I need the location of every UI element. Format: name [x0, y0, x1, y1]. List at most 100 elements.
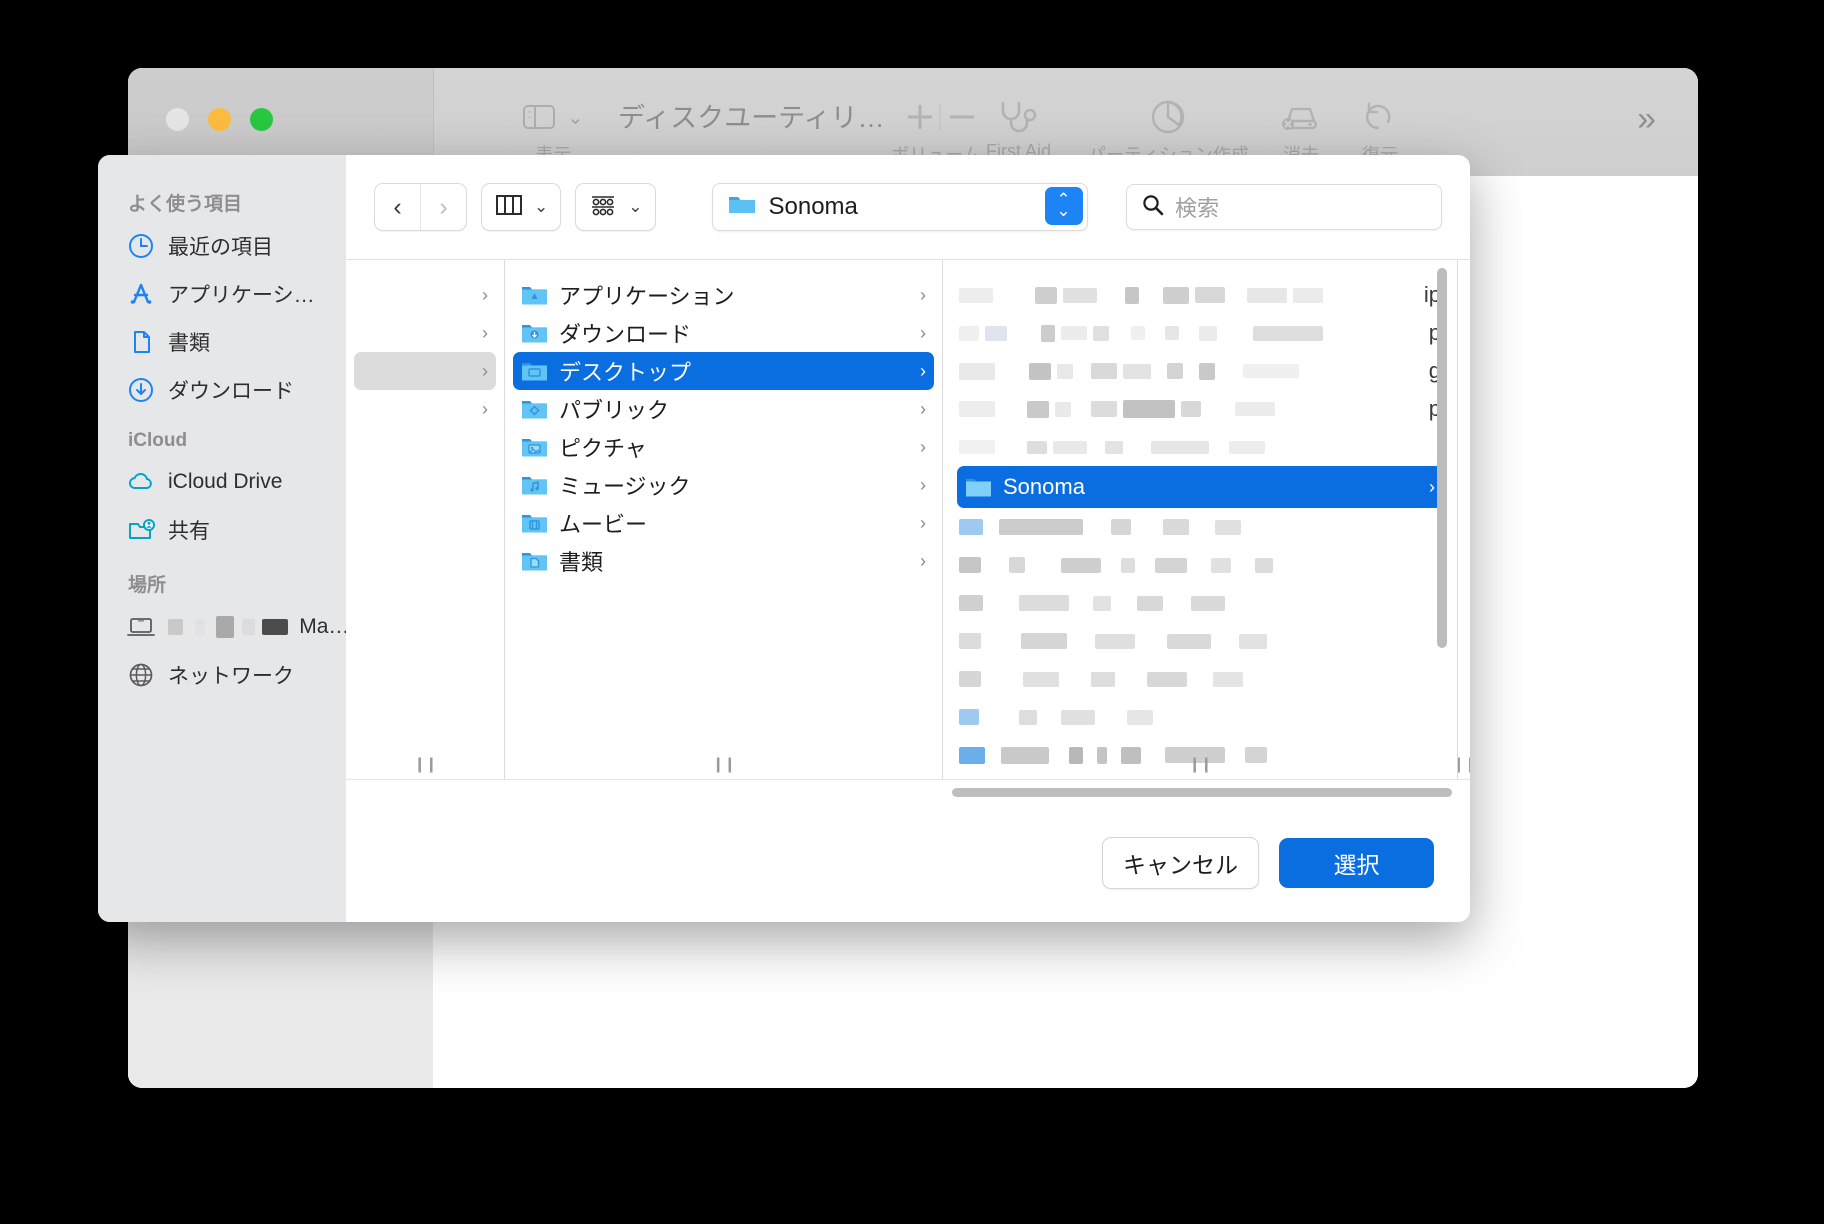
pie-chart-icon	[1088, 96, 1249, 138]
folder-downloads-icon	[521, 322, 548, 344]
path-popup-value: Sonoma	[768, 193, 858, 220]
folder-icon	[727, 192, 757, 223]
table-row[interactable]: パブリック ›	[513, 390, 934, 428]
disclosure-icon: ›	[482, 360, 488, 381]
table-row[interactable]: ›	[354, 352, 496, 390]
list-item[interactable]: p	[943, 390, 1457, 428]
toolbar-first-aid[interactable]: First Aid	[986, 96, 1051, 162]
disclosure-icon: ›	[920, 322, 926, 343]
path-popup-button[interactable]: Sonoma ⌃ ⌄	[711, 183, 1088, 231]
disclosure-icon: ›	[920, 436, 926, 457]
stethoscope-icon	[986, 96, 1051, 138]
sidebar-item-label: 書類	[168, 332, 210, 355]
folder-public-icon	[521, 398, 548, 420]
horizontal-scrollbar-thumb[interactable]	[952, 787, 1452, 797]
table-row[interactable]: ›	[354, 314, 496, 352]
vertical-scrollbar[interactable]	[1437, 268, 1447, 648]
sidebar-item-documents[interactable]: 書類	[98, 318, 346, 366]
table-row[interactable]: ピクチャ ›	[513, 428, 934, 466]
disclosure-icon: ›	[482, 284, 488, 305]
table-row[interactable]: 書類 ›	[513, 542, 934, 580]
table-row[interactable]: アプリケーション ›	[513, 276, 934, 314]
chevron-down-icon: ⌄	[567, 106, 584, 129]
list-item[interactable]	[943, 660, 1457, 698]
table-row[interactable]: ›	[354, 276, 496, 314]
search-placeholder: 検索	[1175, 196, 1220, 221]
folder-desktop-icon	[521, 360, 548, 382]
laptop-icon	[126, 612, 156, 642]
search-field[interactable]: 検索	[1126, 184, 1442, 230]
list-item[interactable]	[943, 584, 1457, 622]
browser-column-3[interactable]: ip p g p Sonoma › ❙❙	[943, 260, 1458, 779]
table-row[interactable]: ミュージック ›	[513, 466, 934, 504]
list-item[interactable]: g	[943, 352, 1457, 390]
redacted-block	[168, 619, 183, 636]
view-mode-button[interactable]: ⌄	[481, 183, 562, 231]
browser-column-1[interactable]: › › › › ❙❙	[346, 260, 505, 779]
list-item[interactable]: ip	[943, 276, 1457, 314]
sidebar-item-label: アプリケーシ…	[168, 284, 315, 307]
back-forward-segment[interactable]: ‹ ›	[374, 183, 467, 231]
column-resize-handle[interactable]: ❙❙	[712, 755, 736, 773]
list-item[interactable]: p	[943, 314, 1457, 352]
group-by-button[interactable]: ⌄	[575, 183, 656, 231]
sidebar-item-shared[interactable]: 共有	[98, 506, 346, 554]
table-row[interactable]: ダウンロード ›	[513, 314, 934, 352]
list-item[interactable]	[943, 774, 1457, 779]
sidebar-item-network[interactable]: ネットワーク	[98, 651, 346, 699]
globe-icon	[126, 660, 156, 690]
sidebar-item-recents[interactable]: 最近の項目	[98, 222, 346, 270]
traffic-lights[interactable]	[166, 108, 273, 131]
sidebar-item-mac[interactable]: Ma…	[98, 603, 346, 651]
forward-button[interactable]: ›	[421, 184, 466, 230]
disclosure-icon: ›	[920, 550, 926, 571]
folder-name: ピクチャ	[559, 436, 647, 461]
sidebar-item-label: Ma…	[168, 615, 346, 639]
restore-icon	[1360, 96, 1400, 138]
minimize-icon[interactable]	[208, 108, 231, 131]
path-stepper[interactable]: ⌃ ⌄	[1044, 187, 1083, 225]
folder-icon	[965, 476, 992, 498]
list-item[interactable]	[943, 428, 1457, 466]
folder-name: パブリック	[559, 398, 670, 423]
sidebar-group-favorites-title: よく使う項目	[128, 194, 243, 215]
stepper-down-icon: ⌄	[1056, 201, 1071, 220]
disclosure-icon: ›	[920, 284, 926, 305]
close-icon[interactable]	[166, 108, 189, 131]
sidebar-item-icloud-drive[interactable]: iCloud Drive	[98, 458, 346, 506]
table-row-selected[interactable]: Sonoma ›	[957, 466, 1443, 508]
horizontal-scrollbar[interactable]	[346, 779, 1470, 804]
folder-movies-icon	[521, 512, 548, 534]
toolbar-overflow-button[interactable]: »	[1637, 100, 1656, 139]
list-item[interactable]	[943, 546, 1457, 584]
sidebar-item-downloads[interactable]: ダウンロード	[98, 366, 346, 414]
sidebar-item-mac-label: Ma…	[299, 615, 346, 638]
redacted-block	[194, 619, 205, 636]
column-resize-handle[interactable]: ❙❙	[413, 755, 437, 773]
sidebar-item-label: 共有	[168, 520, 210, 543]
table-row[interactable]: ›	[354, 390, 496, 428]
zoom-icon[interactable]	[250, 108, 273, 131]
back-button[interactable]: ‹	[375, 184, 420, 230]
table-row-selected[interactable]: デスクトップ ›	[513, 352, 934, 390]
sidebar-group-icloud-title: iCloud	[128, 430, 188, 451]
browser-column-2[interactable]: アプリケーション › ダウンロード › デスクトップ › パブリック › ピクチ…	[505, 260, 943, 779]
panel-navigation-bar: ‹ › ⌄ ⌄ Sonoma ⌃ ⌄ 検索	[346, 155, 1470, 259]
list-item[interactable]	[943, 622, 1457, 660]
panel-sidebar: よく使う項目 最近の項目 アプリケーシ… 書類 ダウンロード iCloud iC…	[98, 155, 346, 922]
disclosure-icon: ›	[920, 474, 926, 495]
chevron-down-icon: ⌄	[628, 197, 643, 216]
sidebar-item-label: iCloud Drive	[168, 470, 283, 493]
column-resize-handle[interactable]: ❙❙	[1458, 755, 1470, 773]
folder-name: 書類	[559, 550, 604, 575]
sidebar-item-label: ネットワーク	[168, 665, 294, 688]
column-resize-handle[interactable]: ❙❙	[1188, 755, 1212, 773]
sidebar-item-applications[interactable]: アプリケーシ…	[98, 270, 346, 318]
list-item[interactable]	[943, 508, 1457, 546]
table-row[interactable]: ムービー ›	[513, 504, 934, 542]
select-button[interactable]: 選択	[1279, 838, 1434, 888]
cancel-button[interactable]: キャンセル	[1102, 837, 1259, 889]
panel-footer: キャンセル 選択	[346, 804, 1470, 922]
list-item[interactable]	[943, 698, 1457, 736]
search-icon	[1141, 193, 1165, 222]
